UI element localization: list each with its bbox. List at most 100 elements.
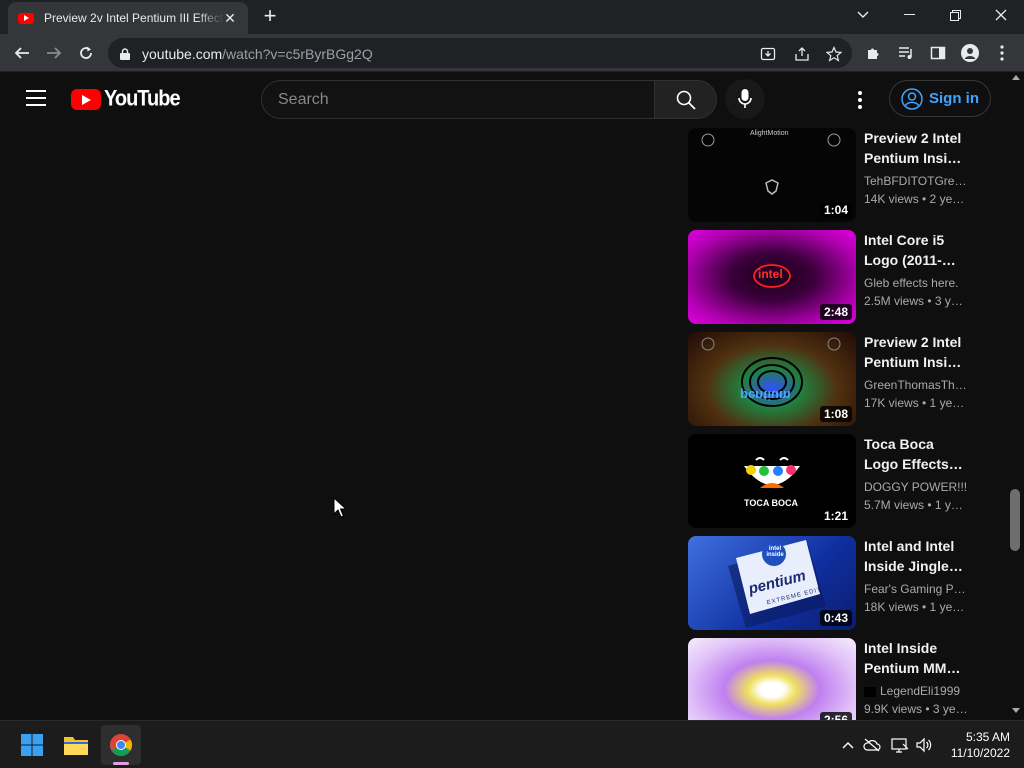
video-thumbnail[interactable]: AlightMotion 1:04	[688, 128, 856, 222]
scroll-up-arrow-icon[interactable]	[1012, 75, 1020, 80]
show-hidden-icons-chevron-icon[interactable]	[838, 735, 858, 755]
video-stats: 17K views • 1 year ago	[864, 396, 968, 410]
folder-icon	[64, 737, 88, 755]
lock-icon[interactable]	[120, 47, 130, 65]
video-duration: 1:21	[819, 508, 852, 524]
thumbnail-caption: pentium	[740, 388, 791, 403]
related-videos-list: AlightMotion 1:04 Preview 2 Intel Pentiu…	[688, 128, 998, 720]
video-stats: 2.5M views • 3 years ago	[864, 294, 968, 308]
thumbnail-caption: intel inside	[766, 546, 784, 558]
minimize-button[interactable]	[886, 0, 932, 30]
youtube-logo[interactable]: YouTube	[71, 86, 181, 112]
video-thumbnail[interactable]: TOCA BOCA 1:21	[688, 434, 856, 528]
reload-button[interactable]	[72, 39, 100, 67]
search-icon	[676, 90, 696, 110]
youtube-favicon-icon	[18, 12, 34, 24]
primary-content-area	[0, 128, 672, 720]
video-title[interactable]: Preview 2 Intel Pentium Inside Effects	[864, 332, 968, 372]
profile-avatar-icon[interactable]	[960, 43, 980, 63]
channel-avatar-icon	[864, 686, 876, 697]
channel-name[interactable]: LegendEli1999	[864, 682, 968, 700]
video-title[interactable]: Preview 2 Intel Pentium Inside Effects	[864, 128, 968, 168]
guide-menu-icon[interactable]	[26, 90, 46, 108]
related-video-item[interactable]: intel inside pentium EXTREME EDITION 0:4…	[688, 536, 988, 630]
extensions-puzzle-icon[interactable]	[864, 43, 884, 63]
scroll-down-arrow-icon[interactable]	[1012, 708, 1020, 713]
clock-time: 5:35 AM	[965, 730, 1010, 744]
windows-logo-icon	[21, 734, 43, 756]
chrome-icon	[110, 734, 132, 756]
video-thumbnail[interactable]: 2:56	[688, 638, 856, 720]
youtube-masthead: YouTube Sign in	[0, 72, 1008, 128]
chrome-taskbar-button[interactable]	[101, 725, 141, 765]
active-app-indicator	[113, 762, 129, 765]
related-video-item[interactable]: TOCA BOCA 1:21 Toca Boca Logo Effects Sp…	[688, 434, 988, 528]
video-thumbnail[interactable]: pentium 1:08	[688, 332, 856, 426]
video-title[interactable]: Intel Inside Pentium MMX Effects	[864, 638, 968, 678]
related-video-item[interactable]: pentium 1:08 Preview 2 Intel Pentium Ins…	[688, 332, 988, 426]
search-box[interactable]	[261, 80, 655, 119]
file-explorer-button[interactable]	[56, 725, 96, 765]
close-window-button[interactable]	[978, 0, 1024, 30]
tab-title: Preview 2v Intel Pentium III Effects	[44, 11, 224, 25]
youtube-wordmark: YouTube	[104, 86, 181, 112]
related-video-item[interactable]: 2:56 Intel Inside Pentium MMX Effects Le…	[688, 638, 988, 720]
channel-name[interactable]: Gleb effects here.	[864, 274, 968, 292]
settings-more-icon[interactable]	[850, 88, 870, 112]
media-controls-icon[interactable]	[896, 43, 916, 63]
thumbnail-caption: intel	[758, 267, 783, 281]
search-button[interactable]	[654, 80, 717, 119]
new-tab-button[interactable]: +	[258, 4, 282, 28]
channel-name[interactable]: DOGGY POWER!!!	[864, 478, 968, 496]
sign-in-button[interactable]: Sign in	[889, 80, 991, 117]
install-app-icon[interactable]	[758, 44, 778, 64]
video-title[interactable]: Intel Core i5 Logo (2011-2013) Effects	[864, 230, 968, 270]
volume-icon[interactable]	[914, 735, 934, 755]
browser-titlebar: Preview 2v Intel Pentium III Effects ✕ +	[0, 0, 1024, 34]
onedrive-offline-icon[interactable]	[862, 735, 882, 755]
share-icon[interactable]	[792, 44, 812, 64]
restore-button[interactable]	[932, 0, 978, 30]
video-thumbnail[interactable]: intel 2:48	[688, 230, 856, 324]
microphone-icon	[738, 89, 752, 108]
video-thumbnail[interactable]: intel inside pentium EXTREME EDITION 0:4…	[688, 536, 856, 630]
video-title[interactable]: Intel and Intel Inside Jingle Effects	[864, 536, 968, 576]
forward-button[interactable]	[40, 39, 68, 67]
browser-tab-active[interactable]: Preview 2v Intel Pentium III Effects ✕	[8, 2, 248, 34]
side-panel-icon[interactable]	[928, 43, 948, 63]
related-video-item[interactable]: intel 2:48 Intel Core i5 Logo (2011-2013…	[688, 230, 988, 324]
page-scrollbar[interactable]	[1008, 72, 1024, 720]
account-circle-icon	[901, 87, 923, 110]
video-stats: 5.7M views • 1 year ago	[864, 498, 968, 512]
related-video-item[interactable]: AlightMotion 1:04 Preview 2 Intel Pentiu…	[688, 128, 988, 222]
browser-toolbar: youtube.com/watch?v=c5rByrBGg2Q	[0, 34, 1024, 72]
tab-close-icon[interactable]: ✕	[220, 8, 240, 28]
youtube-play-logo-icon	[71, 89, 101, 110]
video-stats: 9.9K views • 3 years ago	[864, 702, 968, 716]
video-stats: 14K views • 2 years ago	[864, 192, 968, 206]
voice-search-button[interactable]	[725, 79, 765, 119]
clock-date: 11/10/2022	[950, 746, 1010, 760]
video-duration: 1:04	[819, 202, 852, 218]
scrollbar-thumb[interactable]	[1010, 489, 1020, 551]
url-text: youtube.com/watch?v=c5rByrBGg2Q	[142, 46, 373, 62]
channel-name[interactable]: Fear's Gaming Productions	[864, 580, 968, 598]
network-icon[interactable]	[890, 735, 910, 755]
system-clock[interactable]: 5:35 AM 11/10/2022	[944, 729, 1010, 761]
channel-name[interactable]: GreenThomasTheBFDI	[864, 376, 968, 394]
windows-taskbar: 5:35 AM 11/10/2022	[0, 720, 1024, 768]
video-duration: 2:56	[819, 712, 852, 720]
video-duration: 1:08	[819, 406, 852, 422]
thumbnail-caption: TOCA BOCA	[744, 498, 798, 508]
back-button[interactable]	[8, 39, 36, 67]
bookmark-star-icon[interactable]	[824, 44, 844, 64]
start-button[interactable]	[12, 725, 52, 765]
sign-in-label: Sign in	[929, 90, 979, 107]
search-input[interactable]	[278, 90, 638, 110]
chrome-menu-icon[interactable]	[992, 43, 1012, 63]
video-stats: 18K views • 1 year ago	[864, 600, 968, 614]
tab-search-chevron-icon[interactable]	[840, 0, 886, 30]
channel-name[interactable]: TehBFDITOTGreenThomas	[864, 172, 968, 190]
address-bar[interactable]: youtube.com/watch?v=c5rByrBGg2Q	[108, 38, 852, 68]
video-title[interactable]: Toca Boca Logo Effects Sponsored	[864, 434, 968, 474]
